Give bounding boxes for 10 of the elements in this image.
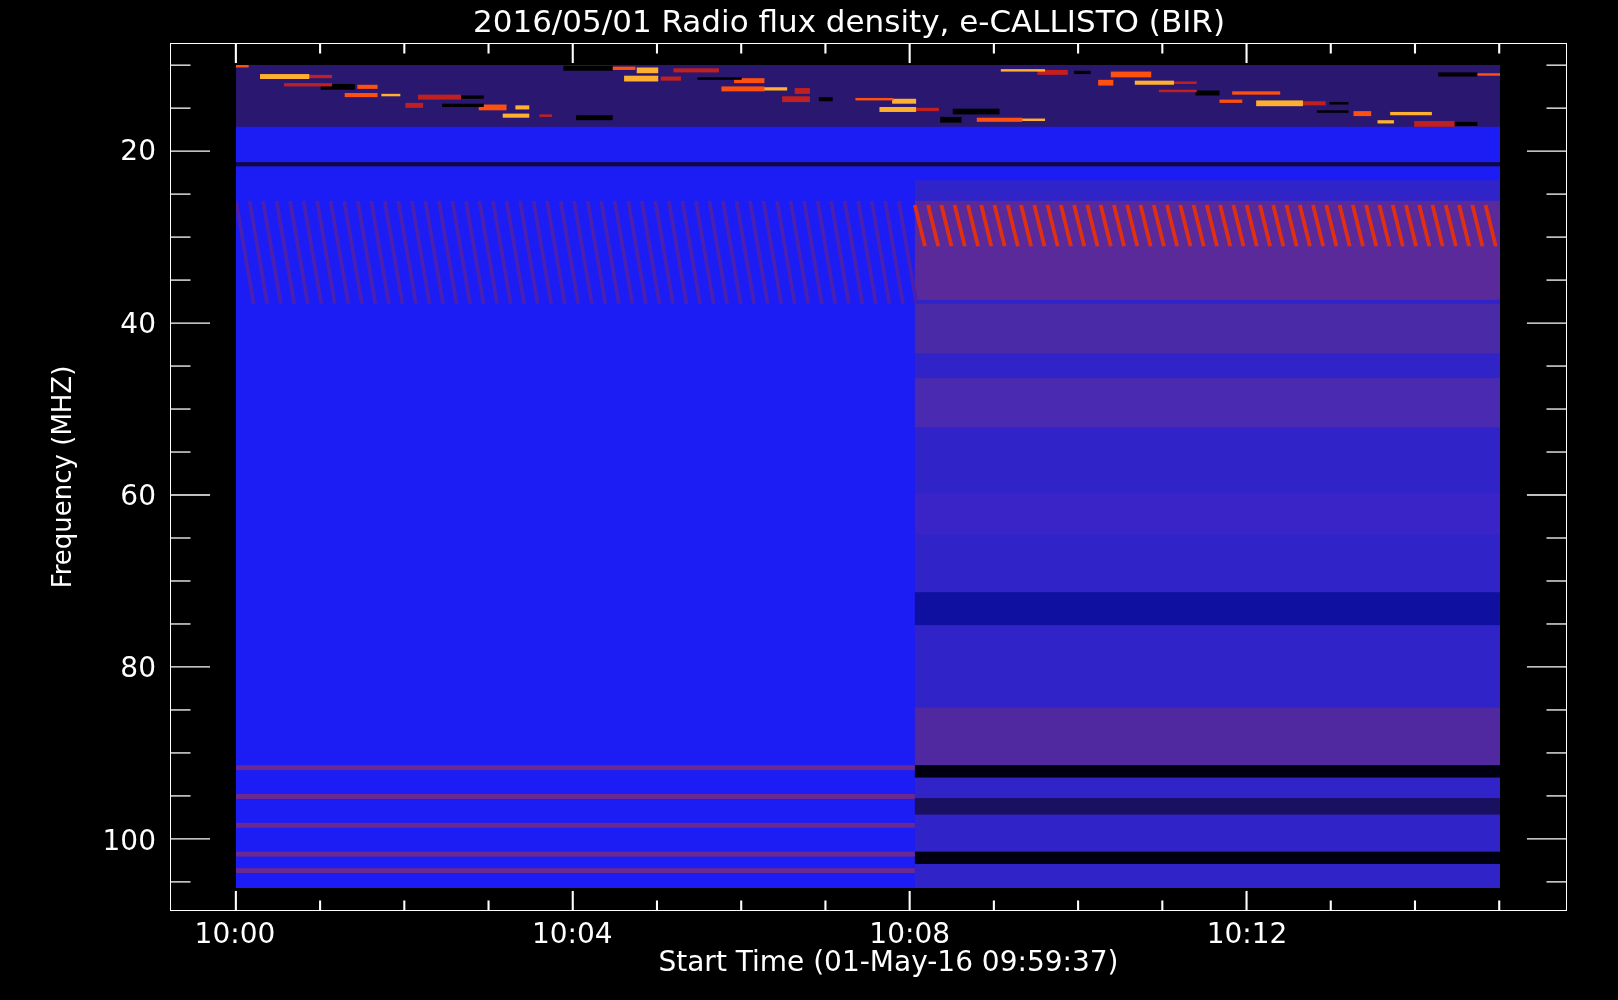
axis-label: Frequency (MHZ) [47,365,77,589]
tick-label: 40 [120,306,156,340]
tick-label: 20 [120,133,156,167]
tick-label: 80 [120,650,156,684]
chart-title: 2016/05/01 Radio flux density, e-CALLISTO (BIR) [471,2,1226,41]
tick-label: 10:12 [1206,917,1288,950]
tick-label: 100 [102,823,156,857]
tick-label: 10:04 [532,917,613,950]
tick-label: 10:00 [194,917,276,950]
tick-label: 60 [120,478,156,512]
